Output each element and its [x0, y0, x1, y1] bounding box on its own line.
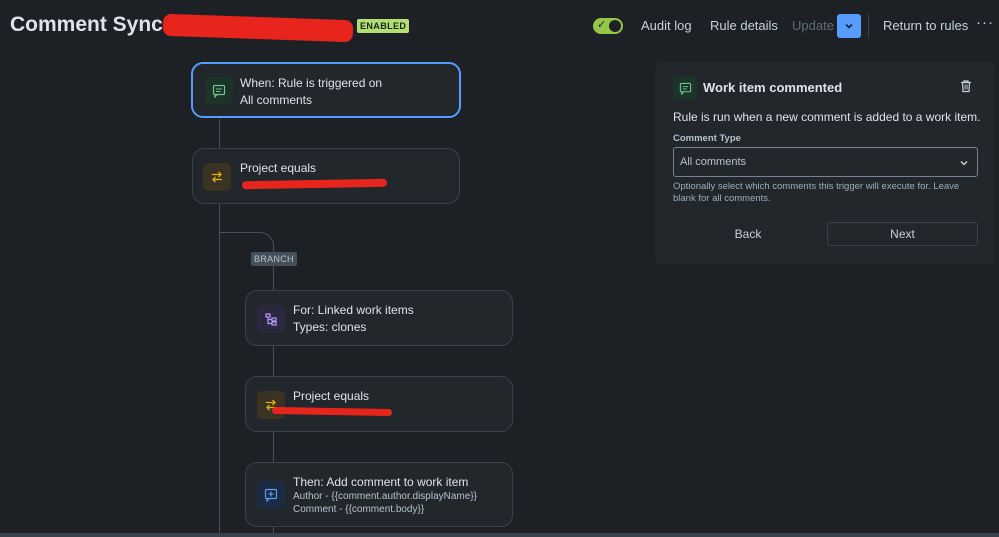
- condition-label: Project equals: [293, 389, 370, 403]
- update-dropdown-button[interactable]: [837, 14, 861, 38]
- panel-description: Rule is run when a new comment is added …: [673, 110, 981, 124]
- back-button[interactable]: Back: [673, 222, 823, 246]
- panel-title: Work item commented: [703, 80, 843, 95]
- branch-for-types: Types: clones: [293, 320, 367, 334]
- update-button[interactable]: Update: [792, 18, 834, 33]
- bottom-edge: [0, 533, 999, 537]
- swap-icon: [257, 391, 285, 419]
- audit-log-button[interactable]: Audit log: [641, 18, 692, 33]
- comment-icon: [673, 76, 697, 100]
- connector: [273, 432, 274, 462]
- action-card[interactable]: Then: Add comment to work item Author - …: [245, 462, 513, 527]
- swap-icon: [203, 163, 231, 191]
- add-comment-icon: [257, 481, 285, 509]
- comment-icon: [205, 77, 233, 105]
- return-to-rules-button[interactable]: Return to rules: [883, 18, 968, 33]
- connector: [219, 118, 220, 148]
- redacted-project: [241, 178, 388, 190]
- connector: [273, 266, 274, 290]
- branch-icon: [257, 305, 285, 333]
- comment-type-label: Comment Type: [673, 133, 741, 144]
- redacted-project: [271, 406, 393, 417]
- status-badge: ENABLED: [357, 19, 410, 33]
- comment-type-select[interactable]: All comments: [673, 147, 978, 177]
- action-label: Then: Add comment to work item: [293, 475, 469, 489]
- redacted-rule-name: [162, 13, 354, 43]
- more-icon[interactable]: ···: [976, 14, 994, 31]
- condition-card[interactable]: Project equals: [245, 376, 513, 432]
- trigger-card[interactable]: When: Rule is triggered on All comments: [191, 62, 461, 118]
- check-icon: ✓: [597, 19, 607, 31]
- condition-card[interactable]: Project equals: [192, 148, 460, 204]
- connector: [273, 346, 274, 376]
- next-button[interactable]: Next: [827, 222, 978, 246]
- action-comment: Comment - {{comment.body}}: [293, 504, 425, 515]
- rule-details-button[interactable]: Rule details: [710, 18, 778, 33]
- comment-type-value: All comments: [680, 156, 747, 168]
- header: Comment Sync in ENABLED ✓ Audit log Rule…: [0, 0, 999, 54]
- trigger-label: When: Rule is triggered on: [240, 76, 383, 90]
- condition-label: Project equals: [240, 161, 317, 175]
- toggle-knob: [609, 20, 621, 32]
- enable-toggle[interactable]: ✓: [593, 18, 623, 34]
- trash-icon[interactable]: [959, 79, 973, 93]
- action-author: Author - {{comment.author.displayName}}: [293, 491, 477, 502]
- page-title: Comment Sync in: [10, 13, 188, 36]
- divider: [868, 14, 869, 38]
- trigger-config-panel: Work item commented Rule is run when a n…: [655, 62, 995, 264]
- branch-for-label: For: Linked work items: [293, 303, 414, 317]
- chevron-down-icon: [845, 23, 853, 29]
- comment-type-help: Optionally select which comments this tr…: [673, 181, 960, 204]
- chevron-down-icon: [960, 160, 968, 166]
- trigger-value: All comments: [240, 93, 313, 107]
- branch-label: BRANCH: [251, 252, 297, 266]
- branch-card[interactable]: For: Linked work items Types: clones: [245, 290, 513, 346]
